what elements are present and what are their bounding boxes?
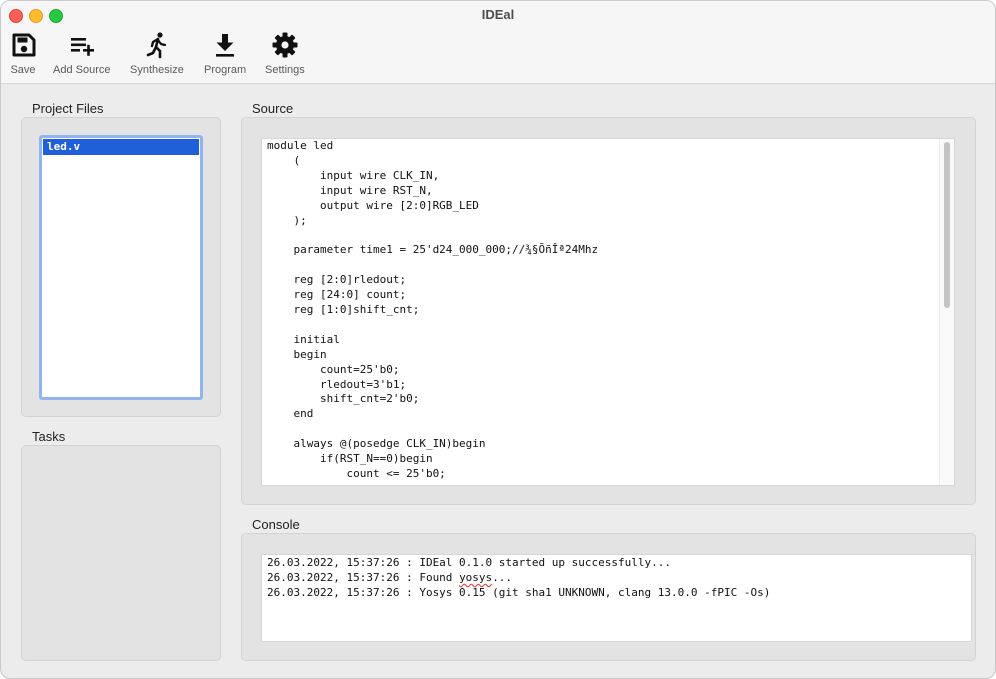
console-line: 26.03.2022, 15:37:26 : Found yosys... — [267, 571, 513, 584]
synthesize-label: Synthesize — [130, 64, 184, 76]
save-label: Save — [10, 64, 36, 76]
gear-icon — [271, 31, 299, 59]
source-heading: Source — [252, 101, 294, 116]
window-title: IDEal — [481, 7, 515, 22]
add-source-button[interactable]: Add Source — [53, 31, 110, 76]
console-heading: Console — [252, 517, 300, 532]
project-files-heading: Project Files — [32, 101, 104, 116]
add-source-icon — [68, 31, 96, 59]
run-icon — [143, 31, 171, 59]
add-source-label: Add Source — [53, 64, 111, 76]
app-window: IDEal Save Add Source Synthesize Program… — [0, 0, 996, 679]
tasks-panel — [21, 445, 221, 661]
source-code[interactable]: module led ( input wire CLK_IN, input wi… — [267, 139, 598, 482]
synthesize-button[interactable]: Synthesize — [130, 31, 184, 76]
editor-scrollbar-thumb[interactable] — [944, 142, 950, 308]
console-line: 26.03.2022, 15:37:26 : IDEal 0.1.0 start… — [267, 556, 671, 569]
console-output[interactable]: 26.03.2022, 15:37:26 : IDEal 0.1.0 start… — [261, 554, 972, 642]
program-label: Program — [204, 64, 247, 76]
source-editor[interactable]: module led ( input wire CLK_IN, input wi… — [261, 138, 955, 486]
project-files-list[interactable]: led.v — [39, 135, 203, 400]
save-icon — [9, 31, 37, 59]
program-button[interactable]: Program — [204, 31, 246, 76]
console-line: 26.03.2022, 15:37:26 : Yosys 0.15 (git s… — [267, 586, 771, 599]
spellcheck-word: yosys — [459, 571, 493, 584]
tasks-heading: Tasks — [32, 429, 66, 444]
settings-label: Settings — [265, 64, 305, 76]
editor-scrollbar[interactable] — [939, 139, 954, 485]
settings-button[interactable]: Settings — [265, 31, 305, 76]
download-icon — [211, 31, 239, 59]
titlebar-toolbar: IDEal Save Add Source Synthesize Program… — [1, 1, 995, 84]
save-button[interactable]: Save — [9, 31, 37, 76]
file-item-led-v[interactable]: led.v — [43, 139, 199, 155]
